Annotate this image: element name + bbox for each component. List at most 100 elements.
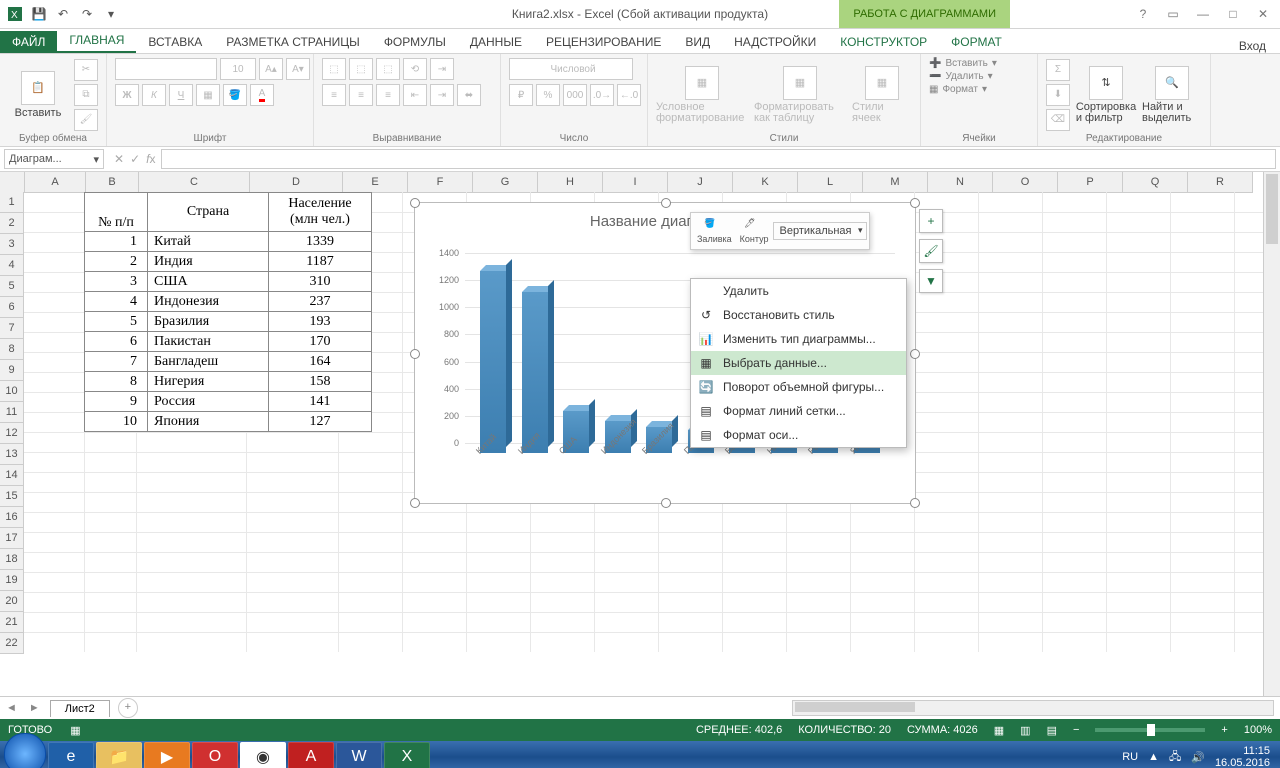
tab-pagelayout[interactable]: РАЗМЕТКА СТРАНИЦЫ [214, 31, 372, 53]
column-header[interactable]: I [603, 172, 668, 193]
redo-icon[interactable]: ↷ [78, 5, 96, 23]
save-icon[interactable]: 💾 [30, 5, 48, 23]
taskbar-ie-icon[interactable]: e [48, 742, 94, 768]
tab-data[interactable]: ДАННЫЕ [458, 31, 534, 53]
tab-home[interactable]: ГЛАВНАЯ [57, 29, 136, 53]
add-sheet-button[interactable]: + [118, 698, 138, 718]
column-header[interactable]: R [1188, 172, 1253, 193]
name-box[interactable]: Диаграм...▾ [4, 149, 104, 169]
sheet-tab[interactable]: Лист2 [50, 700, 110, 717]
format-cells-button[interactable]: Формат [942, 84, 978, 95]
column-header[interactable]: P [1058, 172, 1123, 193]
tab-formulas[interactable]: ФОРМУЛЫ [372, 31, 458, 53]
tab-chart-design[interactable]: КОНСТРУКТОР [828, 31, 939, 53]
taskbar-pdf-icon[interactable]: A [288, 742, 334, 768]
row-header[interactable]: 18 [0, 549, 24, 570]
context-menu-item[interactable]: ↺Восстановить стиль [691, 303, 906, 327]
zoom-out-icon[interactable]: − [1073, 724, 1079, 736]
fx-icon[interactable]: fx [146, 152, 155, 166]
column-header[interactable]: J [668, 172, 733, 193]
row-header[interactable]: 13 [0, 444, 24, 465]
tab-chart-format[interactable]: ФОРМАТ [939, 31, 1014, 53]
help-icon[interactable]: ? [1132, 7, 1154, 21]
tray-lang[interactable]: RU [1122, 751, 1138, 763]
tray-date[interactable]: 16.05.2016 [1215, 757, 1270, 768]
row-header[interactable]: 11 [0, 402, 24, 423]
tray-sound-icon[interactable]: 🔊 [1191, 751, 1205, 764]
column-header[interactable]: H [538, 172, 603, 193]
vertical-scrollbar[interactable] [1263, 172, 1280, 696]
sheet-nav-prev[interactable]: ◄ [0, 702, 23, 714]
horizontal-scrollbar[interactable] [792, 700, 1274, 716]
row-header[interactable]: 6 [0, 297, 24, 318]
context-menu-item[interactable]: ▤Формат оси... [691, 423, 906, 447]
row-header[interactable]: 10 [0, 381, 24, 402]
row-header[interactable]: 2 [0, 213, 24, 234]
view-pagelayout-icon[interactable]: ▥ [1020, 724, 1030, 737]
chart-styles-button[interactable]: 🖌 [919, 239, 943, 263]
qat-more-icon[interactable]: ▾ [102, 5, 120, 23]
row-header[interactable]: 22 [0, 633, 24, 654]
chart-elements-button[interactable]: + [919, 209, 943, 233]
context-menu-item[interactable]: Удалить [691, 279, 906, 303]
formula-bar[interactable] [161, 149, 1276, 169]
column-header[interactable]: A [25, 172, 86, 193]
row-header[interactable]: 8 [0, 339, 24, 360]
insert-cells-button[interactable]: Вставить [945, 58, 987, 69]
tab-insert[interactable]: ВСТАВКА [136, 31, 214, 53]
column-header[interactable]: L [798, 172, 863, 193]
row-header[interactable]: 19 [0, 570, 24, 591]
context-menu-item[interactable]: ▦Выбрать данные... [691, 351, 906, 375]
column-header[interactable]: O [993, 172, 1058, 193]
column-header[interactable]: K [733, 172, 798, 193]
view-pagebreak-icon[interactable]: ▤ [1047, 724, 1057, 737]
column-header[interactable]: M [863, 172, 928, 193]
tray-network-icon[interactable]: 🖧 [1169, 748, 1181, 767]
column-header[interactable]: G [473, 172, 538, 193]
fill-button[interactable]: 🪣Заливка [693, 218, 736, 244]
signin-link[interactable]: Вход [1239, 39, 1266, 53]
taskbar-explorer-icon[interactable]: 📁 [96, 742, 142, 768]
taskbar-opera-icon[interactable]: O [192, 742, 238, 768]
column-header[interactable]: Q [1123, 172, 1188, 193]
context-menu-item[interactable]: 🔄Поворот объемной фигуры... [691, 375, 906, 399]
sort-filter-button[interactable]: ⇅Сортировка и фильтр [1076, 66, 1136, 124]
taskbar-chrome-icon[interactable]: ◉ [240, 742, 286, 768]
close-icon[interactable]: ✕ [1252, 7, 1274, 21]
row-header[interactable]: 17 [0, 528, 24, 549]
column-header[interactable]: C [139, 172, 250, 193]
paste-button[interactable]: 📋 Вставить [8, 71, 68, 119]
start-button[interactable] [4, 733, 46, 768]
taskbar-excel-icon[interactable]: X [384, 742, 430, 768]
row-header[interactable]: 21 [0, 612, 24, 633]
zoom-in-icon[interactable]: + [1221, 724, 1227, 736]
sheet-nav-next[interactable]: ► [23, 702, 46, 714]
column-header[interactable]: E [343, 172, 408, 193]
zoom-slider[interactable] [1095, 728, 1205, 732]
view-normal-icon[interactable]: ▦ [994, 724, 1004, 737]
zoom-level[interactable]: 100% [1244, 724, 1272, 736]
tray-flag-icon[interactable]: ▲ [1148, 751, 1159, 763]
row-header[interactable]: 7 [0, 318, 24, 339]
column-header[interactable]: B [86, 172, 139, 193]
tab-view[interactable]: ВИД [673, 31, 722, 53]
column-header[interactable]: D [250, 172, 343, 193]
tab-file[interactable]: ФАЙЛ [0, 31, 57, 53]
row-header[interactable]: 16 [0, 507, 24, 528]
row-header[interactable]: 3 [0, 234, 24, 255]
column-header[interactable]: N [928, 172, 993, 193]
delete-cells-button[interactable]: Удалить [945, 71, 983, 82]
chart-bar[interactable] [480, 271, 506, 453]
row-header[interactable]: 12 [0, 423, 24, 444]
tab-addins[interactable]: НАДСТРОЙКИ [722, 31, 828, 53]
ribbon-options-icon[interactable]: ▭ [1162, 7, 1184, 21]
maximize-icon[interactable]: □ [1222, 7, 1244, 21]
row-header[interactable]: 5 [0, 276, 24, 297]
taskbar-word-icon[interactable]: W [336, 742, 382, 768]
row-header[interactable]: 9 [0, 360, 24, 381]
find-select-button[interactable]: 🔍Найти и выделить [1142, 66, 1202, 124]
context-menu-item[interactable]: 📊Изменить тип диаграммы... [691, 327, 906, 351]
context-menu-item[interactable]: ▤Формат линий сетки... [691, 399, 906, 423]
chart-filters-button[interactable]: ▼ [919, 269, 943, 293]
row-header[interactable]: 1 [0, 192, 24, 213]
